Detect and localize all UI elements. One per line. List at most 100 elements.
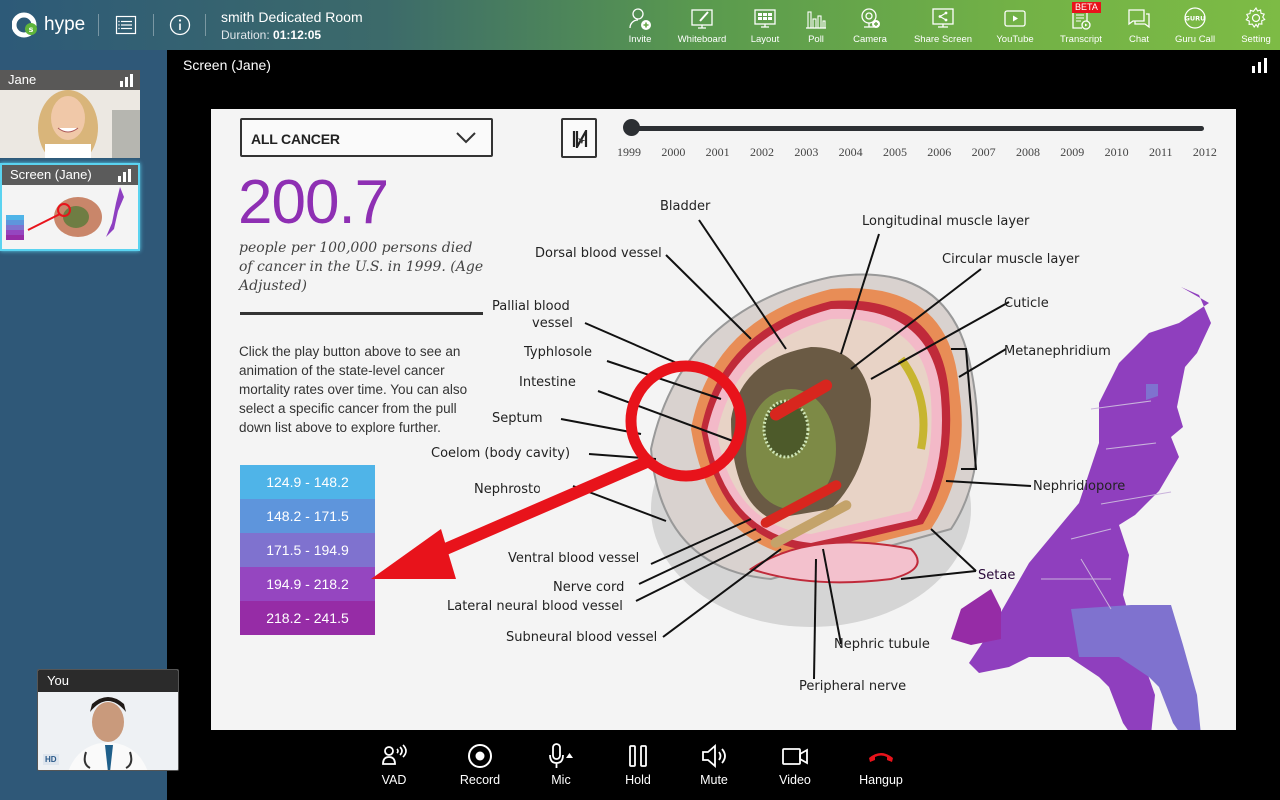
label-bladder: Bladder bbox=[660, 199, 711, 214]
label-setae: Setae bbox=[978, 568, 1016, 583]
beta-badge: BETA bbox=[1072, 2, 1101, 13]
video-label: Video bbox=[779, 773, 811, 787]
vad-label: VAD bbox=[381, 773, 407, 787]
vad-button[interactable]: VAD bbox=[370, 742, 418, 787]
share-screen-button[interactable]: Share Screen bbox=[898, 0, 988, 50]
label-intestine: Intestine bbox=[519, 375, 576, 390]
invite-button[interactable]: Invite bbox=[616, 0, 664, 50]
whiteboard-icon bbox=[691, 9, 713, 29]
hold-icon bbox=[629, 745, 647, 767]
svg-text:GURU: GURU bbox=[1185, 15, 1206, 23]
share-screen-label: Share Screen bbox=[913, 34, 973, 45]
earthworm-cross-section-diagram bbox=[371, 219, 1211, 730]
youtube-icon bbox=[1004, 10, 1026, 27]
label-cuticle: Cuticle bbox=[1004, 296, 1049, 311]
layout-icon bbox=[754, 9, 776, 28]
label-typhlosole: Typhlosole bbox=[524, 345, 593, 360]
top-bar: s hype smith Dedicated Room Duration: 01… bbox=[0, 0, 1280, 50]
label-metanephridium: Metanephridium bbox=[1004, 344, 1111, 359]
label-nerve-cord: Nerve cord bbox=[553, 580, 625, 595]
participants-list-icon[interactable] bbox=[114, 13, 138, 37]
label-lateral-neural-vessel: Lateral neural blood vessel bbox=[447, 599, 623, 614]
invite-icon bbox=[629, 8, 651, 30]
label-nephric-tubule: Nephric tubule bbox=[834, 637, 930, 652]
chat-button[interactable]: Chat bbox=[1120, 0, 1158, 50]
participant-tile-screen-jane[interactable]: Screen (Jane) bbox=[0, 163, 140, 251]
video-icon bbox=[782, 748, 808, 765]
participant-name: Jane bbox=[0, 70, 140, 90]
youtube-label: YouTube bbox=[996, 34, 1034, 45]
label-pallial-blood: Pallial blood bbox=[492, 299, 570, 314]
label-circular-muscle: Circular muscle layer bbox=[942, 252, 1080, 267]
brand-name: hype bbox=[44, 14, 86, 35]
self-video-tile[interactable]: You HD bbox=[37, 669, 179, 771]
share-screen-icon bbox=[932, 8, 954, 28]
guru-call-icon: GURU bbox=[1184, 7, 1206, 29]
label-subneural-vessel: Subneural blood vessel bbox=[506, 630, 658, 645]
hd-badge: HD bbox=[43, 754, 59, 765]
camera-label: Camera bbox=[853, 34, 887, 45]
record-button[interactable]: Record bbox=[438, 742, 522, 787]
record-icon bbox=[468, 744, 492, 768]
gear-icon bbox=[1245, 6, 1266, 29]
youtube-button[interactable]: YouTube bbox=[988, 0, 1042, 50]
mute-label: Mute bbox=[700, 773, 728, 787]
room-info: smith Dedicated Room Duration: 01:12:05 bbox=[221, 9, 363, 42]
label-peripheral-nerve: Peripheral nerve bbox=[799, 679, 907, 694]
camera-button[interactable]: Camera bbox=[842, 0, 898, 50]
arrow-head bbox=[371, 529, 456, 579]
divider bbox=[153, 14, 154, 36]
video-button[interactable]: Video bbox=[752, 742, 838, 787]
shared-screen: ALL CANCER 1999 2000 2001 2002 2003 2004 2005 2… bbox=[211, 109, 1236, 730]
chat-icon bbox=[1128, 9, 1150, 29]
guru-call-button[interactable]: GURU Guru Call bbox=[1158, 0, 1232, 50]
hype-logo-icon: s bbox=[12, 12, 37, 38]
setting-button[interactable]: Setting bbox=[1232, 0, 1280, 50]
invite-label: Invite bbox=[628, 34, 652, 45]
hangup-icon bbox=[869, 753, 893, 762]
vad-icon bbox=[382, 744, 407, 765]
label-coelom: Coelom (body cavity) bbox=[431, 446, 571, 461]
poll-button[interactable]: Poll bbox=[790, 0, 842, 50]
label-septum: Septum bbox=[492, 411, 543, 426]
hold-button[interactable]: Hold bbox=[600, 742, 676, 787]
layout-label: Layout bbox=[750, 34, 780, 45]
toolbar: Invite Whiteboard Layout Poll Camera Sha… bbox=[616, 0, 1280, 50]
svg-text:s: s bbox=[29, 25, 34, 34]
camera-icon bbox=[861, 8, 880, 28]
poll-icon bbox=[806, 11, 826, 29]
main-view-title: Screen (Jane) bbox=[183, 57, 271, 73]
call-duration: Duration: 01:12:05 bbox=[221, 28, 363, 42]
duration-label: Duration: bbox=[221, 28, 270, 42]
divider bbox=[98, 14, 99, 36]
mic-button[interactable]: Mic bbox=[522, 742, 600, 787]
mic-label: Mic bbox=[551, 773, 571, 787]
label-longitudinal-muscle: Longitudinal muscle layer bbox=[862, 214, 1030, 229]
call-controls: VAD Record Mic Hold Mute Video Hangup bbox=[370, 742, 924, 787]
signal-strength-icon bbox=[118, 169, 131, 182]
transcript-button[interactable]: BETA Transcript bbox=[1042, 0, 1120, 50]
hangup-label: Hangup bbox=[859, 773, 903, 787]
record-label: Record bbox=[459, 773, 501, 787]
hold-label: Hold bbox=[625, 773, 651, 787]
info-icon[interactable] bbox=[168, 13, 192, 37]
signal-strength-icon bbox=[120, 74, 133, 87]
layout-button[interactable]: Layout bbox=[740, 0, 790, 50]
participant-tile-jane[interactable]: Jane bbox=[0, 70, 140, 158]
speaker-icon bbox=[702, 744, 726, 768]
divider bbox=[205, 14, 206, 36]
brand-logo[interactable]: s hype bbox=[12, 12, 85, 38]
mic-icon bbox=[549, 743, 573, 768]
label-nephridiopore: Nephridiopore bbox=[1033, 479, 1126, 494]
mute-button[interactable]: Mute bbox=[676, 742, 752, 787]
hangup-button[interactable]: Hangup bbox=[838, 742, 924, 787]
label-pallial-vessel: vessel bbox=[532, 316, 573, 331]
whiteboard-button[interactable]: Whiteboard bbox=[664, 0, 740, 50]
duration-value: 01:12:05 bbox=[273, 28, 322, 42]
self-label: You bbox=[38, 670, 178, 692]
louisiana-region bbox=[951, 589, 1001, 645]
setting-label: Setting bbox=[1241, 34, 1271, 45]
label-dorsal-blood-vessel: Dorsal blood vessel bbox=[535, 246, 662, 261]
chat-label: Chat bbox=[1128, 34, 1150, 45]
signal-strength-icon bbox=[1252, 58, 1267, 73]
